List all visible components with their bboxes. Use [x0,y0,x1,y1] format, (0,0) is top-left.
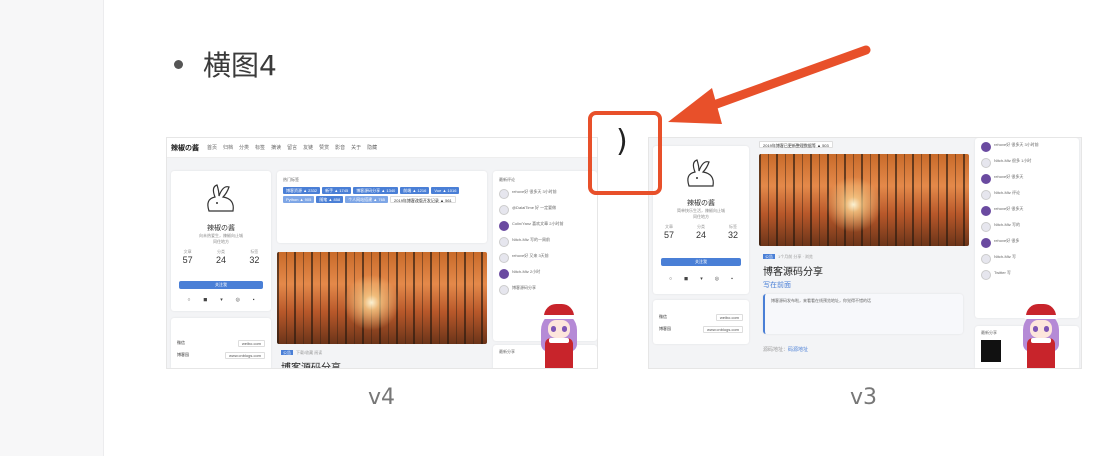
annotation-arrow-icon [668,45,871,124]
